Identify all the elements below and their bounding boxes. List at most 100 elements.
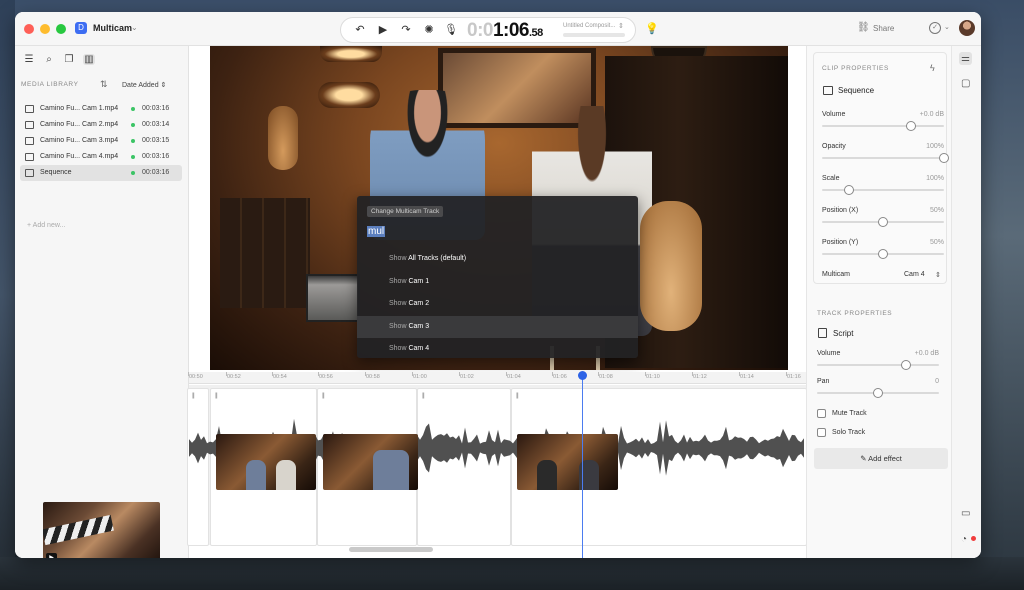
properties-tab-icon[interactable]: ⚌ [959, 52, 972, 65]
video-clip-thumbnail[interactable] [216, 434, 316, 490]
multicam-track-menu: Change Multicam Track mul Show All Track… [357, 196, 638, 358]
media-item-duration: 00:03:16 [142, 169, 170, 176]
slider-thumb[interactable] [906, 121, 917, 131]
solo-track-checkbox[interactable] [817, 428, 826, 437]
multicam-select[interactable]: Cam 4 [904, 271, 925, 278]
slider-thumb[interactable] [873, 388, 883, 398]
notification-badge [971, 536, 976, 541]
drag-handle-icon[interactable]: ||| [192, 393, 195, 399]
mute-track-checkbox[interactable] [817, 409, 826, 418]
add-new-button[interactable]: + Add new... [27, 222, 65, 229]
chevron-down-icon[interactable]: ⌄ [944, 23, 950, 31]
drag-handle-icon[interactable]: ||| [215, 393, 218, 399]
media-preview-thumbnail[interactable]: ▶ [43, 502, 160, 558]
sort-icon[interactable]: ⇅ [100, 79, 108, 90]
ruler-tick-label: 01:12 [692, 372, 707, 380]
panel-toggle-icon[interactable]: ▭ [961, 508, 970, 519]
menu-item-cam-1[interactable]: Show Cam 1 [357, 271, 638, 294]
thumbnail-figure [537, 460, 557, 490]
playhead[interactable] [578, 371, 587, 558]
magic-wand-icon: ✎ [860, 454, 867, 463]
ruler-tick-label: 00:58 [365, 372, 380, 380]
search-icon[interactable]: ⌕ [43, 54, 55, 65]
project-title[interactable]: Multicam [93, 23, 132, 33]
drag-handle-icon[interactable]: ||| [516, 393, 519, 399]
zoom-window-button[interactable] [56, 24, 66, 34]
property-value[interactable]: 0 [935, 378, 939, 385]
media-item-duration: 00:03:16 [142, 153, 170, 160]
slider-thumb[interactable] [901, 360, 912, 370]
video-clip-thumbnail[interactable] [323, 434, 418, 490]
menu-item-cam-3[interactable]: Show Cam 3 [357, 315, 638, 338]
media-item-name: Sequence [40, 169, 72, 176]
avatar[interactable] [959, 20, 975, 36]
slider-track[interactable] [822, 189, 944, 191]
property-value[interactable]: 50% [930, 207, 944, 214]
composition-name[interactable]: Untitled Composit... [563, 23, 615, 29]
media-item[interactable]: Camino Fu... Cam 1.mp4 00:03:16 [20, 101, 182, 117]
script-icon [818, 328, 827, 338]
drag-handle-icon[interactable]: ||| [422, 393, 425, 399]
media-item-sequence[interactable]: Sequence 00:03:16 [20, 165, 182, 181]
slider-thumb[interactable] [843, 185, 854, 195]
add-effect-button[interactable]: ✎ Add effect [814, 448, 948, 469]
clapperboard-image [43, 514, 114, 546]
media-item[interactable]: Camino Fu... Cam 3.mp4 00:03:15 [20, 133, 182, 149]
share-button[interactable]: Share [873, 24, 894, 33]
checkmark-icon[interactable]: ✓ [929, 22, 941, 34]
media-item-name: Camino Fu... Cam 3.mp4 [40, 137, 119, 144]
chevron-updown-icon[interactable]: ⇕ [618, 22, 624, 30]
menu-item-all-tracks[interactable]: Show All Tracks (default) [357, 248, 638, 271]
slider-thumb[interactable] [878, 249, 888, 259]
video-clip-thumbnail[interactable] [517, 434, 618, 490]
microphone-icon[interactable]: 🎙 [444, 23, 458, 36]
redo-icon[interactable]: ↷ [399, 23, 413, 36]
property-value[interactable]: 50% [930, 239, 944, 246]
ruler-tick-label: 00:50 [188, 372, 203, 380]
chevron-down-icon[interactable]: ⌄ [131, 23, 138, 32]
lightbulb-icon[interactable]: 💡 [645, 22, 659, 35]
property-label: Volume [817, 350, 841, 357]
property-value[interactable]: 100% [926, 143, 944, 150]
play-icon[interactable]: ▶ [46, 553, 57, 558]
clip-properties-heading: CLIP PROPERTIES [822, 65, 889, 72]
ruler-tick-label: 01:16 [786, 372, 801, 380]
property-value[interactable]: 100% [926, 175, 944, 182]
menu-item-cam-2[interactable]: Show Cam 2 [357, 293, 638, 316]
library-icon[interactable]: ▥ [83, 54, 95, 65]
undo-icon[interactable]: ↶ [353, 23, 367, 36]
slider-thumb[interactable] [939, 153, 949, 163]
slider-track[interactable] [822, 125, 944, 127]
timeline-ruler[interactable]: 00:50 00:52 00:54 00:56 00:58 01:00 01:0… [188, 372, 806, 384]
timeline: 00:50 00:52 00:54 00:56 00:58 01:00 01:0… [187, 371, 807, 558]
slider-track[interactable] [817, 364, 939, 366]
close-window-button[interactable] [24, 24, 34, 34]
menu-item-cam-4[interactable]: Show Cam 4 [357, 338, 638, 361]
horizontal-scrollbar[interactable] [349, 547, 433, 552]
solo-track-label[interactable]: Solo Track [832, 429, 865, 436]
media-item[interactable]: Camino Fu... Cam 4.mp4 00:03:16 [20, 149, 182, 165]
link-icon[interactable]: ⛓ [857, 22, 870, 33]
media-item[interactable]: Camino Fu... Cam 2.mp4 00:03:14 [20, 117, 182, 133]
help-icon[interactable]: ◔ [961, 534, 967, 545]
comments-tab-icon[interactable]: ▢ [961, 78, 970, 89]
mute-track-label[interactable]: Mute Track [832, 410, 867, 417]
play-button[interactable]: ▶ [376, 23, 390, 36]
video-scene-lamp [320, 46, 382, 62]
chevron-updown-icon[interactable]: ⇕ [935, 271, 941, 279]
sort-dropdown[interactable]: Date Added ⇕ [122, 81, 166, 89]
files-icon[interactable]: ❐ [63, 54, 75, 65]
lightning-icon[interactable]: ϟ [930, 63, 935, 73]
slider-track[interactable] [822, 157, 944, 159]
ruler-tick-label: 01:04 [506, 372, 521, 380]
menu-icon[interactable]: ☰ [23, 54, 35, 65]
drag-handle-icon[interactable]: ||| [322, 393, 325, 399]
magic-wand-icon[interactable]: ✺ [422, 23, 436, 36]
minimize-window-button[interactable] [40, 24, 50, 34]
property-value[interactable]: +0.0 dB [915, 350, 939, 357]
property-value[interactable]: +0.0 dB [920, 111, 944, 118]
app-window: D Multicam ⌄ ↶ ▶ ↷ ✺ 🎙 0:01:06.58 Untitl… [15, 12, 981, 558]
slider-thumb[interactable] [878, 217, 888, 227]
menu-search-input[interactable]: mul [367, 226, 386, 237]
media-item-duration: 00:03:14 [142, 121, 170, 128]
